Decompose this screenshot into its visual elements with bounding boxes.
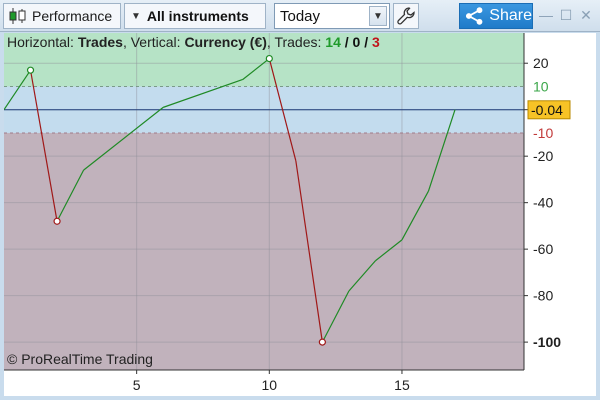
chevron-down-icon[interactable]: ▼ [369, 6, 387, 26]
performance-selector[interactable]: Performance [3, 3, 121, 29]
instruments-label: All instruments [146, 8, 249, 24]
x-tick-label: 5 [133, 377, 141, 393]
period-value: Today [280, 7, 321, 25]
horizontal-label: Horizontal: [7, 34, 74, 50]
chart-header: Horizontal: Trades, Vertical: Currency (… [7, 34, 380, 50]
header-separator: , [122, 34, 127, 50]
candlestick-icon [9, 8, 26, 24]
trade-marker-point [26, 66, 35, 74]
y-tick-label: -20 [533, 148, 553, 164]
copyright-text: © ProRealTime Trading [7, 351, 153, 367]
trades-label: Trades: [274, 34, 322, 50]
upper-threshold-label: 10 [533, 78, 549, 94]
trade-marker-point [318, 338, 326, 346]
trades-winning-count: 14 [325, 34, 341, 50]
trade-marker-point [53, 217, 61, 225]
lower-threshold-label: -10 [533, 125, 553, 141]
close-icon[interactable]: ✕ [578, 5, 594, 25]
y-tick-label: 20 [533, 55, 549, 71]
y-tick-label: -40 [533, 195, 553, 211]
period-select[interactable]: Today ▼ [274, 3, 390, 29]
settings-button[interactable] [393, 3, 419, 29]
caret-down-icon: ▼ [131, 10, 141, 22]
current-value-label: -0.04 [531, 102, 563, 118]
x-tick-label: 10 [262, 377, 278, 393]
trades-slash: / [364, 34, 369, 50]
y-tick-label: -100 [533, 334, 561, 350]
y-tick-label: -60 [533, 241, 553, 257]
trades-neutral-count: 0 [352, 34, 361, 50]
x-tick-label: 15 [394, 377, 410, 393]
trades-losing-count: 3 [372, 34, 380, 50]
trades-slash: / [344, 34, 349, 50]
instruments-selector[interactable]: ▼ All instruments [124, 3, 266, 29]
chart-canvas: 20 -20 -40 -60 -80 -100 10 -10 -0.04 5 10 15 [4, 33, 596, 396]
y-tick-label: -80 [533, 288, 553, 304]
maximize-icon[interactable]: ☐ [558, 5, 574, 25]
share-button[interactable]: Share [459, 3, 533, 29]
header-separator: , [266, 34, 271, 50]
performance-chart: 20 -20 -40 -60 -80 -100 10 -10 -0.04 5 10 15 Horizo… [4, 33, 596, 396]
vertical-label: Vertical: [130, 34, 181, 50]
performance-label: Performance [32, 8, 113, 24]
trade-marker-point [265, 54, 273, 63]
wrench-icon [397, 7, 415, 25]
vertical-value: Currency (€) [184, 34, 267, 50]
loss-zone [4, 132, 524, 370]
share-icon [465, 7, 483, 25]
share-label: Share [489, 7, 532, 24]
horizontal-value: Trades [77, 34, 123, 50]
minimize-icon[interactable]: — [538, 5, 554, 25]
toolbar: Performance ▼ All instruments Today ▼ Sh… [0, 0, 600, 32]
